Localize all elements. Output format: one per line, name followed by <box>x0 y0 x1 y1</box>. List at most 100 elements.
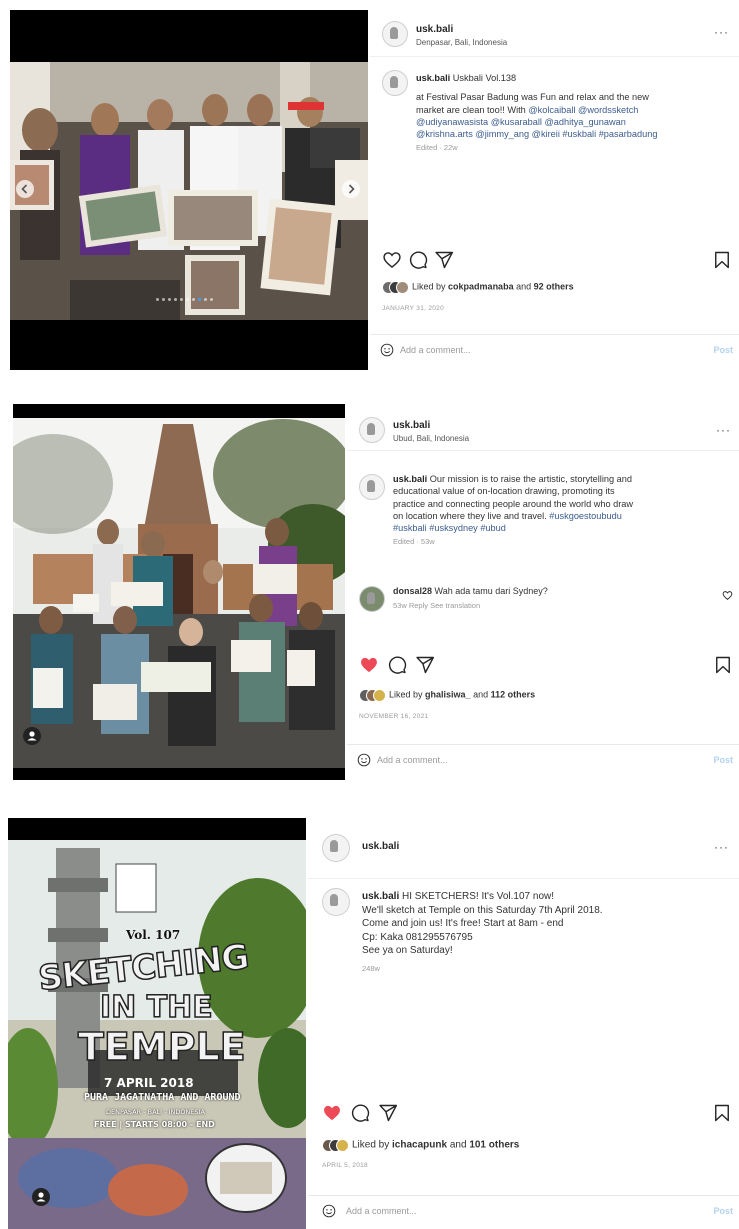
liker-avatars <box>382 281 409 294</box>
bookmark-icon[interactable] <box>712 1103 732 1123</box>
location-link[interactable]: Ubud, Bali, Indonesia <box>393 434 469 443</box>
caption-avatar[interactable] <box>322 888 350 916</box>
liker-avatars <box>359 689 386 702</box>
post-date[interactable]: April 5, 2018 <box>322 1162 368 1169</box>
caption-line: market are clean too!! With <box>416 104 526 115</box>
bookmark-icon[interactable] <box>713 655 733 675</box>
carousel-indicator <box>156 298 213 301</box>
post-2-side-panel: usk.bali Ubud, Bali, Indonesia ··· usk.b… <box>347 404 739 780</box>
likes-summary[interactable]: Liked by ghalisiwa_ and 112 others <box>359 689 535 702</box>
tagged-people-button[interactable] <box>23 727 41 745</box>
more-options-button[interactable]: ··· <box>714 840 729 854</box>
avatar[interactable] <box>322 834 350 862</box>
comment-meta[interactable]: 53w Reply See translation <box>393 601 713 610</box>
poster-title-line3: TEMPLE <box>77 1024 246 1070</box>
caption-line: at Festival Pasar Badung was Fun and rel… <box>416 92 649 103</box>
username-link[interactable]: usk.bali <box>416 24 453 35</box>
username-link[interactable]: usk.bali <box>362 841 399 852</box>
caption-mentions[interactable]: @udiyanawasista @kusaraball @adhitya_gun… <box>416 116 726 128</box>
poster-free: FREE | STARTS 08:00 - END <box>94 1120 215 1129</box>
poster-place: PURA JAGATNATHA AND AROUND <box>84 1092 241 1103</box>
share-icon[interactable] <box>378 1103 398 1123</box>
post-date[interactable]: January 31, 2020 <box>382 305 444 312</box>
heart-filled-icon[interactable] <box>322 1103 342 1123</box>
post-header: usk.bali Denpasar, Bali, Indonesia ··· <box>370 10 739 57</box>
likes-summary[interactable]: Liked by ichacapunk and 101 others <box>322 1139 519 1152</box>
heart-filled-icon[interactable] <box>359 655 379 675</box>
emoji-icon[interactable] <box>380 343 394 357</box>
post-comment-button[interactable]: Post <box>713 1206 733 1216</box>
post-3-side-panel: usk.bali ··· usk.bali HI SKETCHERS! It's… <box>308 818 739 1229</box>
avatar[interactable] <box>359 417 385 443</box>
post-comment-button[interactable]: Post <box>713 755 733 765</box>
post-3-poster[interactable]: Vol. 107 SKETCHING IN THE TEMPLE 7 APRIL… <box>8 818 306 1229</box>
group-photo-festival <box>10 62 368 320</box>
user-icon <box>27 731 37 741</box>
poster-date: 7 APRIL 2018 <box>104 1076 194 1090</box>
share-icon[interactable] <box>415 655 435 675</box>
post-2-photo[interactable] <box>13 404 345 780</box>
share-icon[interactable] <box>434 250 454 270</box>
comment-input[interactable]: Add a comment... <box>377 755 448 765</box>
comment-like-heart-icon[interactable] <box>722 590 733 601</box>
caption: usk.bali Our mission is to raise the art… <box>393 473 733 549</box>
caption-mentions[interactable]: @kolcaiball @wordssketch <box>528 105 638 115</box>
chevron-right-icon <box>348 184 355 194</box>
comment: donsal28 Wah ada tamu dari Sydney? 53w R… <box>393 586 713 610</box>
caption: usk.bali Uskbali Vol.138 at Festival Pas… <box>416 72 726 155</box>
caption-avatar[interactable] <box>382 70 408 96</box>
comment-icon[interactable] <box>350 1103 370 1123</box>
chevron-left-icon <box>21 184 28 194</box>
commenter-avatar[interactable] <box>359 586 385 612</box>
comment-input[interactable]: Add a comment... <box>346 1206 417 1216</box>
emoji-icon[interactable] <box>322 1204 336 1218</box>
caption-username[interactable]: usk.bali <box>362 891 399 902</box>
caption-avatar[interactable] <box>359 474 385 500</box>
comment-icon[interactable] <box>387 655 407 675</box>
more-options-button[interactable]: ··· <box>714 25 729 39</box>
caption-title: Uskbali Vol.138 <box>452 73 517 83</box>
post-1-photo[interactable] <box>10 10 368 370</box>
post-1: usk.bali Denpasar, Bali, Indonesia ··· u… <box>10 10 739 370</box>
poster-vol-text: Vol. 107 <box>126 928 181 942</box>
comment-bar: Add a comment... Post <box>308 1195 739 1228</box>
comment-icon[interactable] <box>408 250 428 270</box>
post-comment-button[interactable]: Post <box>713 345 733 355</box>
heart-icon[interactable] <box>382 250 402 270</box>
comment-input[interactable]: Add a comment... <box>400 345 471 355</box>
post-3: Vol. 107 SKETCHING IN THE TEMPLE 7 APRIL… <box>8 818 739 1229</box>
edited-label: Edited · 22w <box>416 143 458 153</box>
emoji-icon[interactable] <box>357 753 371 767</box>
liker-avatars <box>322 1139 349 1152</box>
poster-title-line2: IN THE <box>99 989 213 1026</box>
more-options-button[interactable]: ··· <box>716 423 731 437</box>
action-bar <box>322 1103 732 1123</box>
avatar[interactable] <box>382 21 408 47</box>
caption-hashtags[interactable]: #uskbali #usksydney #ubud <box>393 522 733 534</box>
location-link[interactable]: Denpasar, Bali, Indonesia <box>416 38 507 47</box>
post-1-side-panel: usk.bali Denpasar, Bali, Indonesia ··· u… <box>370 10 739 370</box>
comment-bar: Add a comment... Post <box>347 744 739 777</box>
likes-summary[interactable]: Liked by cokpadmanaba and 92 others <box>382 281 574 294</box>
caption-username[interactable]: usk.bali <box>416 73 450 83</box>
post-header: usk.bali Ubud, Bali, Indonesia ··· <box>347 404 739 451</box>
carousel-next-button[interactable] <box>342 180 360 198</box>
action-bar <box>382 250 732 270</box>
post-age: 248w <box>362 963 380 973</box>
user-icon <box>36 1192 46 1202</box>
username-link[interactable]: usk.bali <box>393 420 430 431</box>
action-bar <box>359 655 733 675</box>
tagged-people-button[interactable] <box>32 1188 50 1206</box>
caption-hashtag[interactable]: #uskgoestoubudu <box>549 511 622 521</box>
commenter-username[interactable]: donsal28 <box>393 586 432 596</box>
caption-mentions[interactable]: @krishna.arts @jimmy_ang @kireii #uskbal… <box>416 128 726 140</box>
edited-label: Edited · 53w <box>393 537 435 547</box>
comment-bar: Add a comment... Post <box>370 334 739 367</box>
caption: usk.bali HI SKETCHERS! It's Vol.107 now!… <box>362 890 732 975</box>
bookmark-icon[interactable] <box>712 250 732 270</box>
carousel-prev-button[interactable] <box>16 180 34 198</box>
post-date[interactable]: November 16, 2021 <box>359 713 428 720</box>
caption-username[interactable]: usk.bali <box>393 474 427 484</box>
post-2: usk.bali Ubud, Bali, Indonesia ··· usk.b… <box>13 404 739 780</box>
poster-city: DENPASAR - BALI - INDONESIA <box>106 1108 205 1116</box>
